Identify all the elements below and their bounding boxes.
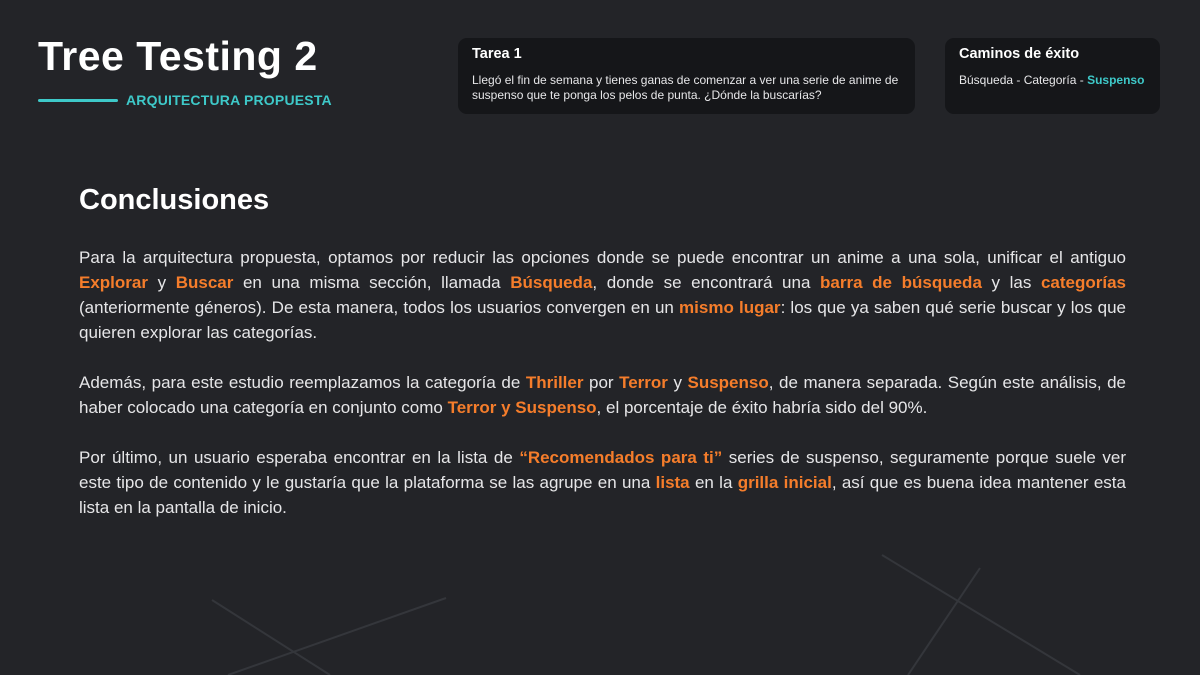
- highlighted-term: Terror: [619, 373, 668, 392]
- success-paths-title: Caminos de éxito: [959, 46, 1080, 62]
- highlighted-term: lista: [655, 473, 690, 492]
- paragraph-text: Para la arquitectura propuesta, optamos …: [79, 248, 1126, 267]
- page-title: Tree Testing 2: [38, 33, 318, 79]
- accent-line: [38, 98, 118, 102]
- success-path: Búsqueda - Categoría - Suspenso: [959, 73, 1146, 88]
- task-card: Tarea 1 Llegó el fin de semana y tienes …: [458, 38, 915, 114]
- paragraph-text: Además, para este estudio reemplazamos l…: [79, 373, 526, 392]
- highlighted-term: Buscar: [175, 273, 234, 292]
- paragraph-text: en la: [689, 473, 738, 492]
- paragraph-text: en una misma sección, llamada: [233, 273, 511, 292]
- page-subtitle: ARQUITECTURA PROPUESTA: [126, 92, 332, 108]
- highlighted-term: Suspenso: [687, 373, 769, 392]
- task-card-title: Tarea 1: [472, 46, 522, 62]
- conclusion-paragraph-1: Para la arquitectura propuesta, optamos …: [79, 245, 1126, 345]
- paragraph-text: y las: [981, 273, 1041, 292]
- conclusion-paragraph-2: Además, para este estudio reemplazamos l…: [79, 370, 1126, 420]
- paragraph-text: por: [583, 373, 620, 392]
- highlighted-term: barra de búsqueda: [820, 273, 982, 292]
- paragraph-text: , donde se encontrará una: [592, 273, 821, 292]
- paragraph-text: Por último, un usuario esperaba encontra…: [79, 448, 520, 467]
- paragraph-text: y: [667, 373, 688, 392]
- paragraph-text: (anteriormente géneros). De esta manera,…: [79, 298, 680, 317]
- subtitle-row: ARQUITECTURA PROPUESTA: [38, 92, 332, 108]
- highlighted-term: grilla inicial: [737, 473, 832, 492]
- success-path-prefix: Búsqueda - Categoría -: [959, 73, 1088, 87]
- paragraph-text: , el porcentaje de éxito habría sido del…: [596, 398, 928, 417]
- section-heading: Conclusiones: [79, 184, 270, 216]
- task-card-text: Llegó el fin de semana y tienes ganas de…: [472, 73, 899, 102]
- highlighted-term: “Recomendados para ti”: [519, 448, 723, 467]
- highlighted-term: Explorar: [79, 273, 148, 292]
- highlighted-term: mismo lugar: [679, 298, 781, 317]
- success-paths-card: Caminos de éxito Búsqueda - Categoría - …: [945, 38, 1160, 114]
- paragraph-text: y: [147, 273, 176, 292]
- success-path-final: Suspenso: [1087, 73, 1145, 87]
- highlighted-term: Búsqueda: [510, 273, 593, 292]
- highlighted-term: Terror y Suspenso: [447, 398, 597, 417]
- highlighted-term: categorías: [1040, 273, 1127, 292]
- highlighted-term: Thriller: [525, 373, 584, 392]
- conclusion-paragraph-3: Por último, un usuario esperaba encontra…: [79, 445, 1126, 520]
